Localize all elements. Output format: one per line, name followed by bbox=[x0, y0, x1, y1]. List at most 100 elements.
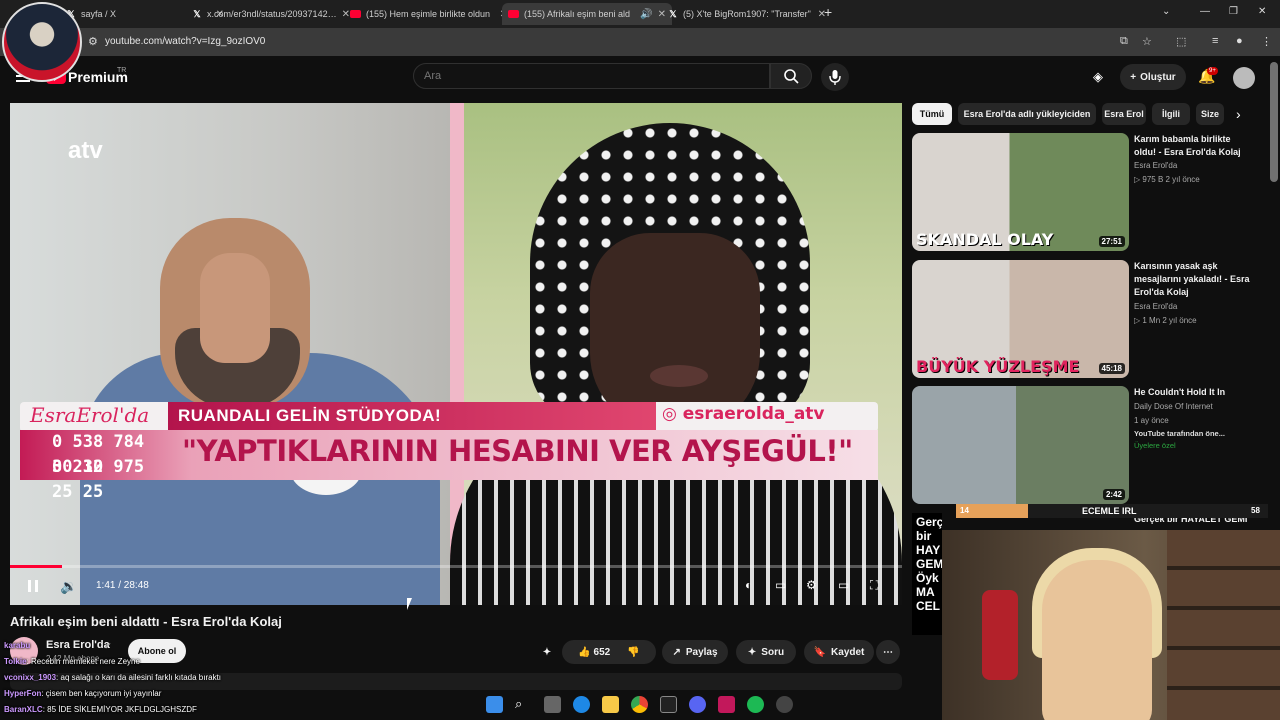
video-title: Afrikalı eşim beni aldattı - Esra Erol'd… bbox=[10, 614, 282, 629]
partial-recommendation-thumbnail[interactable]: Gerçek bir HAY GEM Öyk MA CEL bbox=[912, 513, 942, 635]
video-player[interactable]: RECEP atv bbox=[10, 103, 902, 605]
task-view-icon[interactable] bbox=[544, 696, 561, 713]
profile-icon[interactable]: ● bbox=[1236, 35, 1243, 47]
video-progress-bar[interactable] bbox=[10, 565, 902, 568]
recommendation-channel[interactable]: Esra Erol'da bbox=[1134, 302, 1177, 311]
minimize-icon[interactable]: — bbox=[1200, 6, 1210, 17]
ask-button[interactable]: ✦ Soru bbox=[736, 640, 796, 664]
more-actions-button[interactable]: ⋯ bbox=[876, 640, 900, 664]
cast-icon[interactable]: ◈ bbox=[1093, 69, 1103, 85]
recommendation-title[interactable]: He Couldn't Hold It In bbox=[1134, 386, 1254, 399]
chip-esra-erol[interactable]: Esra Erol bbox=[1102, 103, 1146, 125]
spotify-icon[interactable] bbox=[747, 696, 764, 713]
window-close-icon[interactable]: ✕ bbox=[1258, 6, 1266, 17]
share-button[interactable]: ↗ Paylaş bbox=[662, 640, 728, 664]
recommendation-channel[interactable]: Daily Dose Of Internet bbox=[1134, 402, 1213, 411]
bookmark-star-icon[interactable]: ☆ bbox=[1142, 35, 1152, 48]
app-icon[interactable] bbox=[718, 696, 735, 713]
browser-tab-2[interactable]: (155) Hem eşimle birlikte oldun ✕ bbox=[344, 3, 514, 25]
webcam-bookshelf bbox=[1167, 530, 1280, 720]
tab-title: (155) Hem eşimle birlikte oldun bbox=[366, 9, 491, 19]
browser-tab-1[interactable]: 𝕏 x.com/er3ndl/status/2093714238 ✕ bbox=[186, 3, 356, 25]
sparkle-icon: ✦ bbox=[747, 646, 757, 658]
chat-message: vconixx_1903: aq salağı o karı da ailesi… bbox=[4, 673, 222, 682]
banner-quote: "YAPTIKLARININ HESABINI VER AYŞEGÜL!" bbox=[182, 434, 853, 468]
obs-icon[interactable] bbox=[776, 696, 793, 713]
dislike-icon[interactable]: 👎 bbox=[627, 647, 639, 658]
browser-tab-bar: 𝕏 sayfa / X ✕ 𝕏 x.com/er3ndl/status/2093… bbox=[0, 0, 1280, 28]
pause-icon[interactable] bbox=[28, 580, 38, 592]
recommendation-thumbnail[interactable]: 2:42 bbox=[912, 386, 1129, 504]
page-scrollbar[interactable] bbox=[1270, 62, 1278, 182]
new-tab-icon[interactable]: + bbox=[824, 4, 832, 20]
recommendation-title[interactable]: Karım babamla birlikte oldu! - Esra Erol… bbox=[1134, 133, 1254, 159]
share-icon: ↗ bbox=[672, 646, 681, 658]
recommendation-thumbnail[interactable]: SKANDAL OLAY 27:51 bbox=[912, 133, 1129, 251]
search-icon[interactable]: ⌕ bbox=[515, 696, 532, 713]
create-label: Oluştur bbox=[1140, 71, 1176, 83]
windows-start-icon[interactable] bbox=[486, 696, 503, 713]
like-button[interactable]: 👍 652 bbox=[578, 647, 610, 658]
notification-badge: 9+ bbox=[1207, 67, 1218, 75]
recommendation-item[interactable]: 2:42 He Couldn't Hold It In Daily Dose O… bbox=[912, 386, 1257, 506]
recommendation-title[interactable]: Karısının yasak aşk mesajlarını yakaladı… bbox=[1134, 260, 1254, 299]
banner-headline: RUANDALI GELİN STÜDYODA! bbox=[178, 406, 442, 425]
theater-mode-icon[interactable]: ▭ bbox=[838, 578, 849, 592]
video-duration: 45:18 bbox=[1098, 363, 1125, 374]
x-icon: 𝕏 bbox=[669, 9, 677, 19]
restore-icon[interactable]: ❐ bbox=[1229, 6, 1238, 17]
settings-gear-icon[interactable]: ⚙ bbox=[806, 578, 817, 592]
browser-tab-4[interactable]: 𝕏 (5) X'te BigRom1907: "Transfer" ✕ bbox=[662, 3, 832, 25]
channel-logo: atv bbox=[68, 137, 103, 164]
url-field[interactable]: youtube.com/watch?v=Izg_9ozIOV0 bbox=[105, 36, 265, 47]
speaker-icon[interactable]: 🔊 bbox=[640, 9, 652, 20]
chrome-icon[interactable] bbox=[631, 696, 648, 713]
youtube-icon bbox=[350, 10, 361, 18]
x-app-icon[interactable] bbox=[660, 696, 677, 713]
members-only-badge: Üyelere özel bbox=[1134, 441, 1176, 450]
voice-search-button[interactable] bbox=[821, 63, 849, 91]
recommendation-meta: 1 ay önce bbox=[1134, 416, 1169, 425]
subtitles-icon[interactable]: ▭ bbox=[775, 578, 786, 592]
site-info-icon[interactable]: ⚙ bbox=[88, 35, 98, 48]
file-explorer-icon[interactable] bbox=[602, 696, 619, 713]
chip-all[interactable]: Tümü bbox=[912, 103, 952, 125]
stream-title: ECEMLE IRL bbox=[1082, 506, 1137, 516]
chip-uploader[interactable]: Esra Erol'da adlı yükleyiciden bbox=[958, 103, 1096, 125]
browser-menu-icon[interactable]: ⋮ bbox=[1261, 35, 1272, 48]
search-input[interactable] bbox=[413, 63, 770, 89]
like-dislike-group: 👍 652 👎 bbox=[562, 640, 656, 664]
account-avatar[interactable] bbox=[1233, 67, 1255, 89]
install-icon[interactable]: ⧉ bbox=[1120, 35, 1128, 48]
tab-search-icon[interactable]: ⌄ bbox=[1162, 6, 1170, 17]
chevron-right-icon[interactable]: › bbox=[1236, 106, 1241, 122]
tab-title: (155) Afrikalı eşim beni ald bbox=[524, 9, 631, 19]
instagram-icon: ◎ bbox=[662, 404, 683, 424]
recommendation-channel[interactable]: Esra Erol'da bbox=[1134, 161, 1177, 170]
autoplay-toggle-icon[interactable]: ◐ bbox=[745, 578, 752, 592]
reading-list-icon[interactable]: ≡ bbox=[1212, 35, 1218, 47]
save-button[interactable]: 🔖 Kaydet bbox=[804, 640, 874, 664]
banner-instagram: ◎ esraerolda_atv bbox=[662, 404, 825, 424]
extensions-icon[interactable]: ⬚ bbox=[1176, 35, 1186, 48]
recommendation-item[interactable]: BÜYÜK YÜZLEŞME 45:18 Karısının yasak aşk… bbox=[912, 260, 1257, 380]
clip-button[interactable]: ✦ bbox=[538, 640, 556, 664]
chip-related[interactable]: İlgili bbox=[1152, 103, 1190, 125]
create-button[interactable]: + Oluştur bbox=[1120, 64, 1186, 90]
fullscreen-icon[interactable]: ⛶ bbox=[870, 578, 878, 593]
thumbnail-caption: BÜYÜK YÜZLEŞME bbox=[916, 357, 1080, 376]
video-duration: 27:51 bbox=[1098, 236, 1125, 247]
woman-figure-lips bbox=[650, 365, 708, 387]
webcam-microphone bbox=[982, 590, 1018, 680]
recommendation-thumbnail[interactable]: BÜYÜK YÜZLEŞME 45:18 bbox=[912, 260, 1129, 378]
search-button[interactable] bbox=[770, 63, 812, 89]
discord-icon[interactable] bbox=[689, 696, 706, 713]
volume-icon[interactable]: 🔉 bbox=[60, 578, 77, 595]
chip-for-you[interactable]: Size bbox=[1196, 103, 1224, 125]
recommendation-meta: ▷ 975 B 2 yıl önce bbox=[1134, 175, 1200, 184]
stream-chat-overlay: karabu Tolkie: Recebin memleket nere Zey… bbox=[4, 640, 404, 720]
browser-tab-3[interactable]: (155) Afrikalı eşim beni ald 🔊 ✕ bbox=[502, 3, 672, 25]
tab-title: x.com/er3ndl/status/2093714238 bbox=[207, 9, 337, 19]
recommendation-item[interactable]: SKANDAL OLAY 27:51 Karım babamla birlikt… bbox=[912, 133, 1257, 253]
edge-icon[interactable] bbox=[573, 696, 590, 713]
